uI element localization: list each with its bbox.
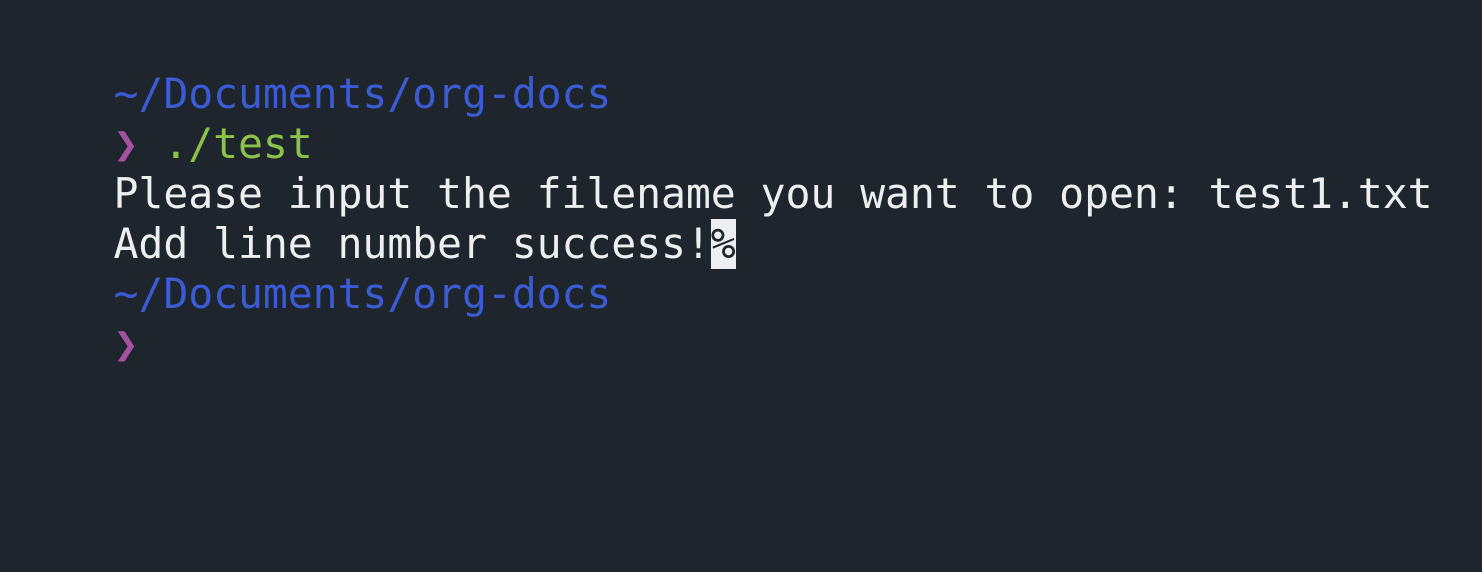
current-directory: ~/Documents/org-docs xyxy=(113,269,612,318)
output-text: Add line number success! xyxy=(113,219,711,268)
terminal-window[interactable]: ~/Documents/org-docs ❯ ./test Please inp… xyxy=(0,0,1482,572)
command-text: ./test xyxy=(163,119,313,168)
prompt-chevron-icon: ❯ xyxy=(113,119,139,168)
prompt-chevron-icon: ❯ xyxy=(113,319,139,368)
output-text: Please input the filename you want to op… xyxy=(113,169,1433,218)
no-newline-marker: % xyxy=(710,219,736,269)
current-directory: ~/Documents/org-docs xyxy=(113,69,612,118)
path-line: ~/Documents/org-docs xyxy=(14,28,1482,116)
